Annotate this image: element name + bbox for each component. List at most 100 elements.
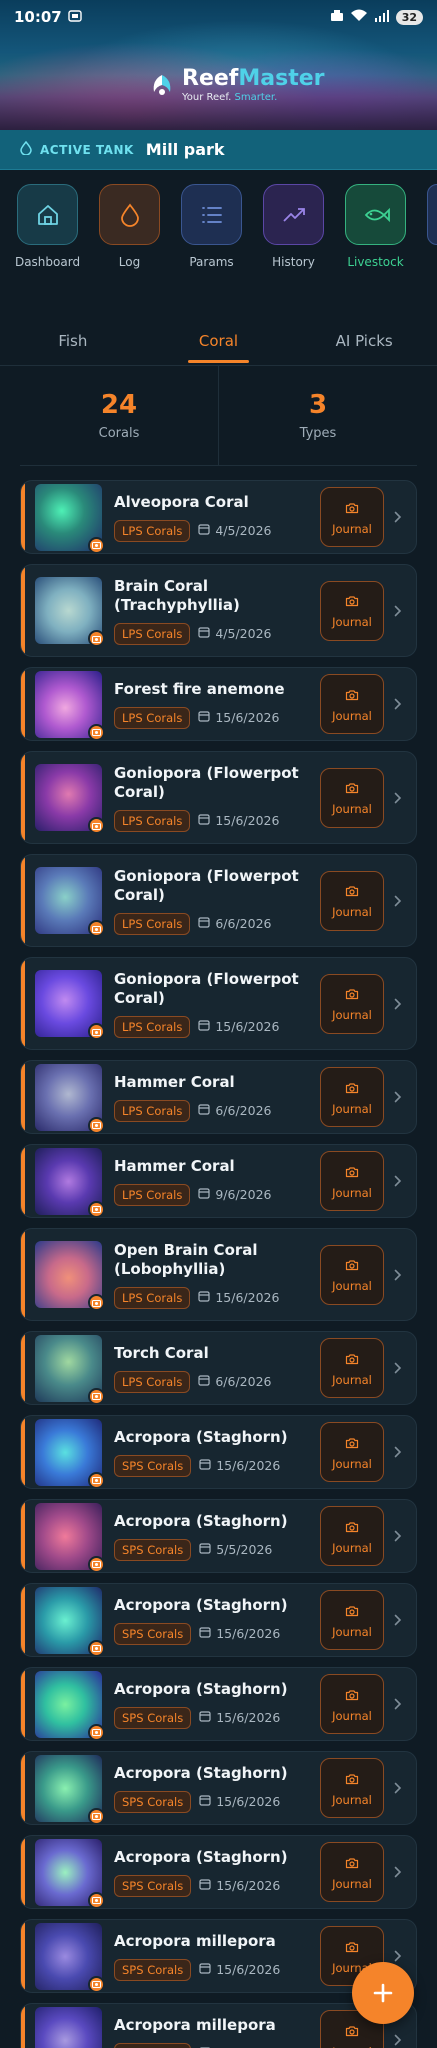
journal-button[interactable]: Journal bbox=[320, 1422, 384, 1482]
coral-card[interactable]: Acropora (Staghorn) SPS Corals 15/6/2026 Jo… bbox=[20, 1583, 417, 1657]
nav-history-tile[interactable] bbox=[263, 184, 324, 245]
home-icon bbox=[37, 204, 58, 225]
calendar-icon bbox=[199, 1458, 211, 1473]
coral-card[interactable]: Acropora (Staghorn) SPS Corals 15/6/2026 Jo… bbox=[20, 1415, 417, 1489]
chevron-right-icon[interactable] bbox=[390, 1269, 406, 1281]
coral-card[interactable]: Forest fire anemone LPS Corals 15/6/2026 Jo… bbox=[20, 667, 417, 741]
sim-icon bbox=[330, 9, 344, 25]
nav-dashboard[interactable]: Dashboard bbox=[15, 184, 80, 320]
nav-livestock-tile[interactable] bbox=[345, 184, 406, 245]
journal-button[interactable]: Journal bbox=[320, 1590, 384, 1650]
status-time: 10:07 bbox=[14, 8, 62, 26]
chevron-right-icon[interactable] bbox=[390, 1698, 406, 1710]
chevron-right-icon[interactable] bbox=[390, 998, 406, 1010]
coral-photo[interactable] bbox=[35, 764, 105, 834]
coral-photo[interactable] bbox=[35, 867, 105, 937]
tab-coral[interactable]: Coral bbox=[146, 316, 292, 365]
nav-history[interactable]: History bbox=[263, 184, 324, 320]
coral-photo[interactable] bbox=[35, 970, 105, 1040]
journal-button[interactable]: Journal bbox=[320, 1067, 384, 1127]
journal-button[interactable]: Journal bbox=[320, 674, 384, 734]
coral-category-badge: SPS Corals bbox=[114, 1538, 192, 1561]
coral-photo[interactable] bbox=[35, 1670, 105, 1740]
chevron-right-icon[interactable] bbox=[390, 2034, 406, 2046]
chevron-right-icon[interactable] bbox=[390, 1614, 406, 1626]
coral-photo[interactable] bbox=[35, 483, 105, 553]
nav-dashboard-tile[interactable] bbox=[17, 184, 78, 245]
coral-card[interactable]: Acropora (Staghorn) SPS Corals 15/6/2026 Jo… bbox=[20, 1751, 417, 1825]
chevron-right-icon[interactable] bbox=[390, 1446, 406, 1458]
coral-card[interactable]: Goniopora (Flowerpot Coral) LPS Corals 6/6… bbox=[20, 854, 417, 947]
coral-date-text: 6/6/2026 bbox=[215, 1103, 272, 1118]
journal-button[interactable]: Journal bbox=[320, 1506, 384, 1566]
coral-photo[interactable] bbox=[35, 1418, 105, 1488]
journal-button[interactable]: Journal bbox=[320, 870, 384, 931]
chevron-right-icon[interactable] bbox=[390, 792, 406, 804]
coral-card[interactable]: Hammer Coral LPS Corals 6/6/2026 Journal bbox=[20, 1060, 417, 1134]
nav-more-partial[interactable] bbox=[427, 184, 437, 320]
camera-icon bbox=[345, 1256, 359, 1275]
coral-photo[interactable] bbox=[35, 1063, 105, 1133]
journal-button[interactable]: Journal bbox=[320, 1842, 384, 1902]
coral-category-badge: LPS Corals bbox=[114, 809, 191, 832]
coral-photo[interactable] bbox=[35, 1838, 105, 1908]
nav-log[interactable]: Log bbox=[99, 184, 160, 320]
chevron-right-icon[interactable] bbox=[390, 698, 406, 710]
chevron-right-icon[interactable] bbox=[390, 1782, 406, 1794]
coral-date-text: 15/6/2026 bbox=[215, 1290, 280, 1305]
journal-button[interactable]: Journal bbox=[320, 1338, 384, 1398]
journal-label: Journal bbox=[332, 1540, 372, 1555]
tab-ai-picks[interactable]: AI Picks bbox=[291, 316, 437, 365]
coral-card[interactable]: Goniopora (Flowerpot Coral) LPS Corals 15/… bbox=[20, 957, 417, 1050]
active-tank-bar[interactable]: ACTIVE TANK Mill park bbox=[0, 130, 437, 170]
coral-date-text: 4/5/2026 bbox=[215, 626, 272, 641]
coral-photo[interactable] bbox=[35, 577, 105, 647]
coral-photo[interactable] bbox=[35, 2006, 102, 2048]
coral-card[interactable]: Acropora (Staghorn) SPS Corals 15/6/2026 Jo… bbox=[20, 1835, 417, 1909]
journal-button[interactable]: Journal bbox=[320, 1758, 384, 1818]
coral-photo[interactable] bbox=[35, 1147, 105, 1217]
coral-card[interactable]: Brain Coral (Trachyphyllia) LPS Corals 4/5… bbox=[20, 564, 417, 657]
camera-icon bbox=[345, 1770, 359, 1789]
chevron-right-icon[interactable] bbox=[390, 1362, 406, 1374]
journal-button[interactable]: Journal bbox=[320, 767, 384, 828]
journal-button[interactable]: Journal bbox=[320, 580, 384, 641]
coral-photo[interactable] bbox=[35, 1922, 105, 1992]
chevron-right-icon[interactable] bbox=[390, 1091, 406, 1103]
chevron-right-icon[interactable] bbox=[390, 1866, 406, 1878]
chevron-right-icon[interactable] bbox=[390, 1950, 406, 1962]
journal-button[interactable]: Journal bbox=[320, 973, 384, 1034]
nav-params[interactable]: Params bbox=[181, 184, 242, 320]
nav-more-tile[interactable] bbox=[427, 184, 437, 245]
coral-card[interactable]: Goniopora (Flowerpot Coral) LPS Corals 15/… bbox=[20, 751, 417, 844]
coral-photo[interactable] bbox=[35, 1334, 105, 1404]
coral-card[interactable]: Hammer Coral LPS Corals 9/6/2026 Journal bbox=[20, 1144, 417, 1218]
coral-photo[interactable] bbox=[35, 670, 105, 740]
coral-photo[interactable] bbox=[35, 1241, 105, 1311]
coral-info: Acropora (Staghorn) SPS Corals 15/6/2026 bbox=[114, 1428, 320, 1477]
chevron-right-icon[interactable] bbox=[390, 895, 406, 907]
journal-button[interactable]: Journal bbox=[320, 1674, 384, 1734]
coral-photo[interactable] bbox=[35, 1754, 105, 1824]
chevron-right-icon[interactable] bbox=[390, 511, 406, 523]
journal-button[interactable]: Journal bbox=[320, 487, 384, 547]
coral-card[interactable]: Acropora (Staghorn) SPS Corals 15/6/2026 Jo… bbox=[20, 1667, 417, 1741]
journal-button[interactable]: Journal bbox=[320, 1151, 384, 1211]
chevron-right-icon[interactable] bbox=[390, 1175, 406, 1187]
coral-card[interactable]: Open Brain Coral (Lobophyllia) LPS Corals… bbox=[20, 1228, 417, 1321]
coral-card[interactable]: Alveopora Coral LPS Corals 4/5/2026 Journal bbox=[20, 480, 417, 554]
coral-photo[interactable] bbox=[35, 1586, 105, 1656]
coral-photo[interactable] bbox=[35, 1502, 105, 1572]
coral-meta: SPS Corals 15/6/2026 bbox=[114, 1622, 320, 1645]
coral-card[interactable]: Torch Coral LPS Corals 6/6/2026 Journal bbox=[20, 1331, 417, 1405]
chevron-right-icon[interactable] bbox=[390, 1530, 406, 1542]
nav-livestock[interactable]: Livestock bbox=[345, 184, 406, 320]
add-coral-button[interactable] bbox=[352, 1962, 414, 2024]
chevron-right-icon[interactable] bbox=[390, 605, 406, 617]
coral-date-text: 15/6/2026 bbox=[216, 1626, 281, 1641]
nav-params-tile[interactable] bbox=[181, 184, 242, 245]
tab-fish[interactable]: Fish bbox=[0, 316, 146, 365]
journal-button[interactable]: Journal bbox=[320, 1244, 384, 1305]
coral-card[interactable]: Acropora (Staghorn) SPS Corals 5/5/2026 Jou… bbox=[20, 1499, 417, 1573]
nav-log-tile[interactable] bbox=[99, 184, 160, 245]
